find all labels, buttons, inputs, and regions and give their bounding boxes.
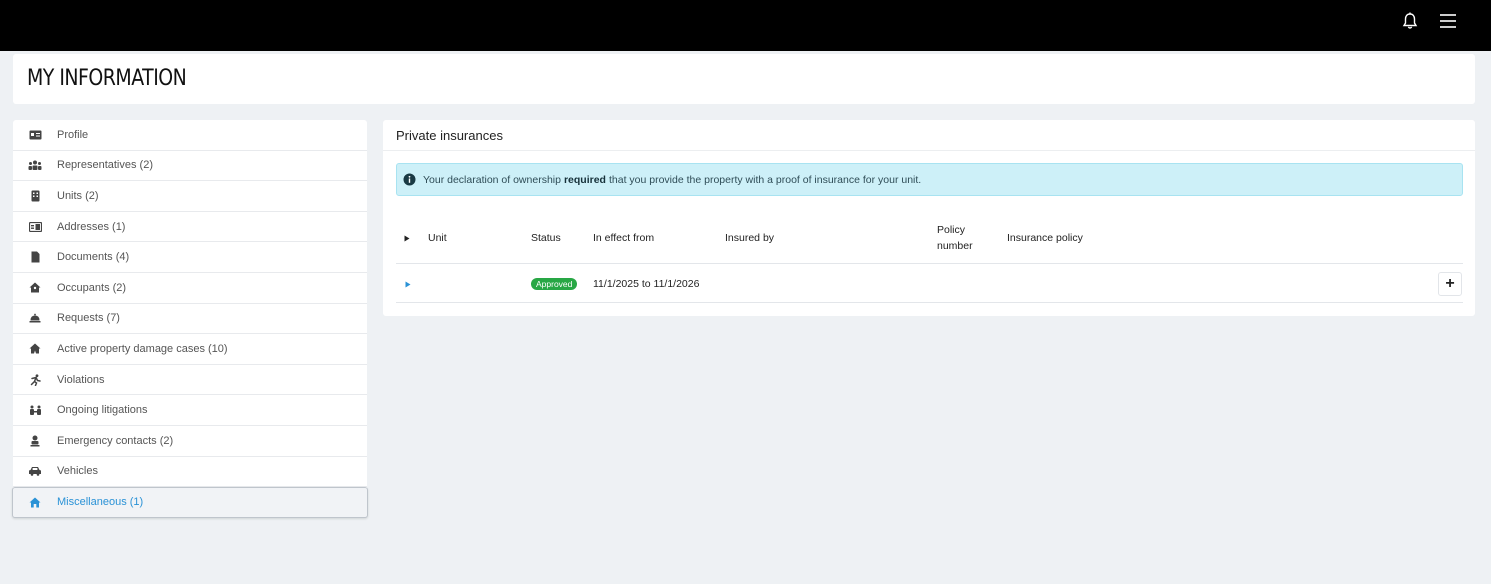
sidebar-item-vehicles[interactable]: Vehicles [13,457,367,488]
sidebar-item-label: Violations [57,373,105,386]
info-alert: Your declaration of ownership required t… [396,163,1463,196]
page-header: MY INFORMATION [13,54,1475,104]
sidebar-item-label: Active property damage cases (10) [57,342,228,355]
table-row: Approved 11/1/2025 to 11/1/2026 + [396,265,1463,303]
page-title: MY INFORMATION [27,66,187,91]
sidebar-item-label: Occupants (2) [57,281,127,294]
alert-text-after: that you provide the property with a pro… [608,173,922,186]
sidebar-item-addresses[interactable]: Addresses (1) [13,212,367,243]
home-icon [27,494,43,510]
sidebar-item-units[interactable]: Units (2) [13,181,367,212]
bell-icon[interactable] [1399,10,1421,32]
column-header-in-effect-from[interactable]: In effect from [593,212,654,264]
cell-in-effect-from: 11/1/2025 to 11/1/2026 [593,278,700,290]
row-expand-caret-icon[interactable] [405,265,411,303]
column-header-policy-number[interactable]: Policy number [937,212,973,264]
alert-text-before: Your declaration of ownership [423,173,561,186]
sidebar-item-representatives[interactable]: Representatives (2) [13,151,367,182]
policy-number-line2: number [937,240,973,252]
sidebar-item-label: Units (2) [57,189,99,202]
sidebar-item-occupants[interactable]: Occupants (2) [13,273,367,304]
sidebar-item-miscellaneous[interactable]: Miscellaneous (1) [12,487,368,518]
sidebar-item-requests[interactable]: Requests (7) [13,304,367,335]
table-header: Unit Status In effect from Insured by Po… [396,212,1463,264]
add-insurance-button[interactable]: + [1438,272,1462,296]
cell-status: Approved [531,265,578,303]
top-bar [0,0,1491,51]
sidebar-item-label: Profile [57,128,89,141]
user-contact-icon [27,433,43,449]
divider [383,150,1475,151]
person-running-icon [27,372,43,388]
sidebar-item-label: Ongoing litigations [57,404,148,417]
sidebar-item-label: Vehicles [57,465,98,478]
private-insurances-panel: Private insurances Your declaration of o… [383,120,1475,316]
policy-number-line1: Policy [937,224,966,236]
sidebar-item-label: Representatives (2) [57,159,153,172]
id-card-icon [27,127,43,143]
sidebar-nav: Profile Representatives (2) Units (2) Ad… [12,120,368,518]
car-icon [27,463,43,479]
sidebar-item-label: Requests (7) [57,312,120,325]
alert-text-bold: required [563,173,606,186]
sidebar-item-violations[interactable]: Violations [13,365,367,396]
house-user-icon [27,280,43,296]
house-damage-icon [27,341,43,357]
hamburger-menu-icon[interactable] [1437,10,1459,32]
sidebar-item-profile[interactable]: Profile [13,120,367,151]
expand-all-caret-icon[interactable] [404,212,410,264]
people-arrows-icon [27,402,43,418]
column-header-unit[interactable]: Unit [428,212,447,264]
people-group-icon [27,157,43,173]
sidebar-item-documents[interactable]: Documents (4) [13,242,367,273]
sidebar-item-property-damage[interactable]: Active property damage cases (10) [13,334,367,365]
column-header-status[interactable]: Status [531,212,561,264]
sidebar-item-emergency-contacts[interactable]: Emergency contacts (2) [13,426,367,457]
info-circle-icon [403,173,416,186]
sidebar-item-label: Miscellaneous (1) [57,496,144,509]
building-icon [27,188,43,204]
panel-title: Private insurances [396,128,503,143]
plus-icon: + [1445,275,1455,292]
sidebar-item-label: Documents (4) [57,251,130,264]
sidebar-item-label: Emergency contacts (2) [57,434,174,447]
status-badge: Approved [531,277,578,291]
column-header-insurance-policy[interactable]: Insurance policy [1007,212,1083,264]
sidebar-item-litigations[interactable]: Ongoing litigations [13,395,367,426]
address-card-icon [27,219,43,235]
document-icon [27,249,43,265]
bell-concierge-icon [27,310,43,326]
column-header-insured-by[interactable]: Insured by [725,212,774,264]
sidebar-item-label: Addresses (1) [57,220,126,233]
